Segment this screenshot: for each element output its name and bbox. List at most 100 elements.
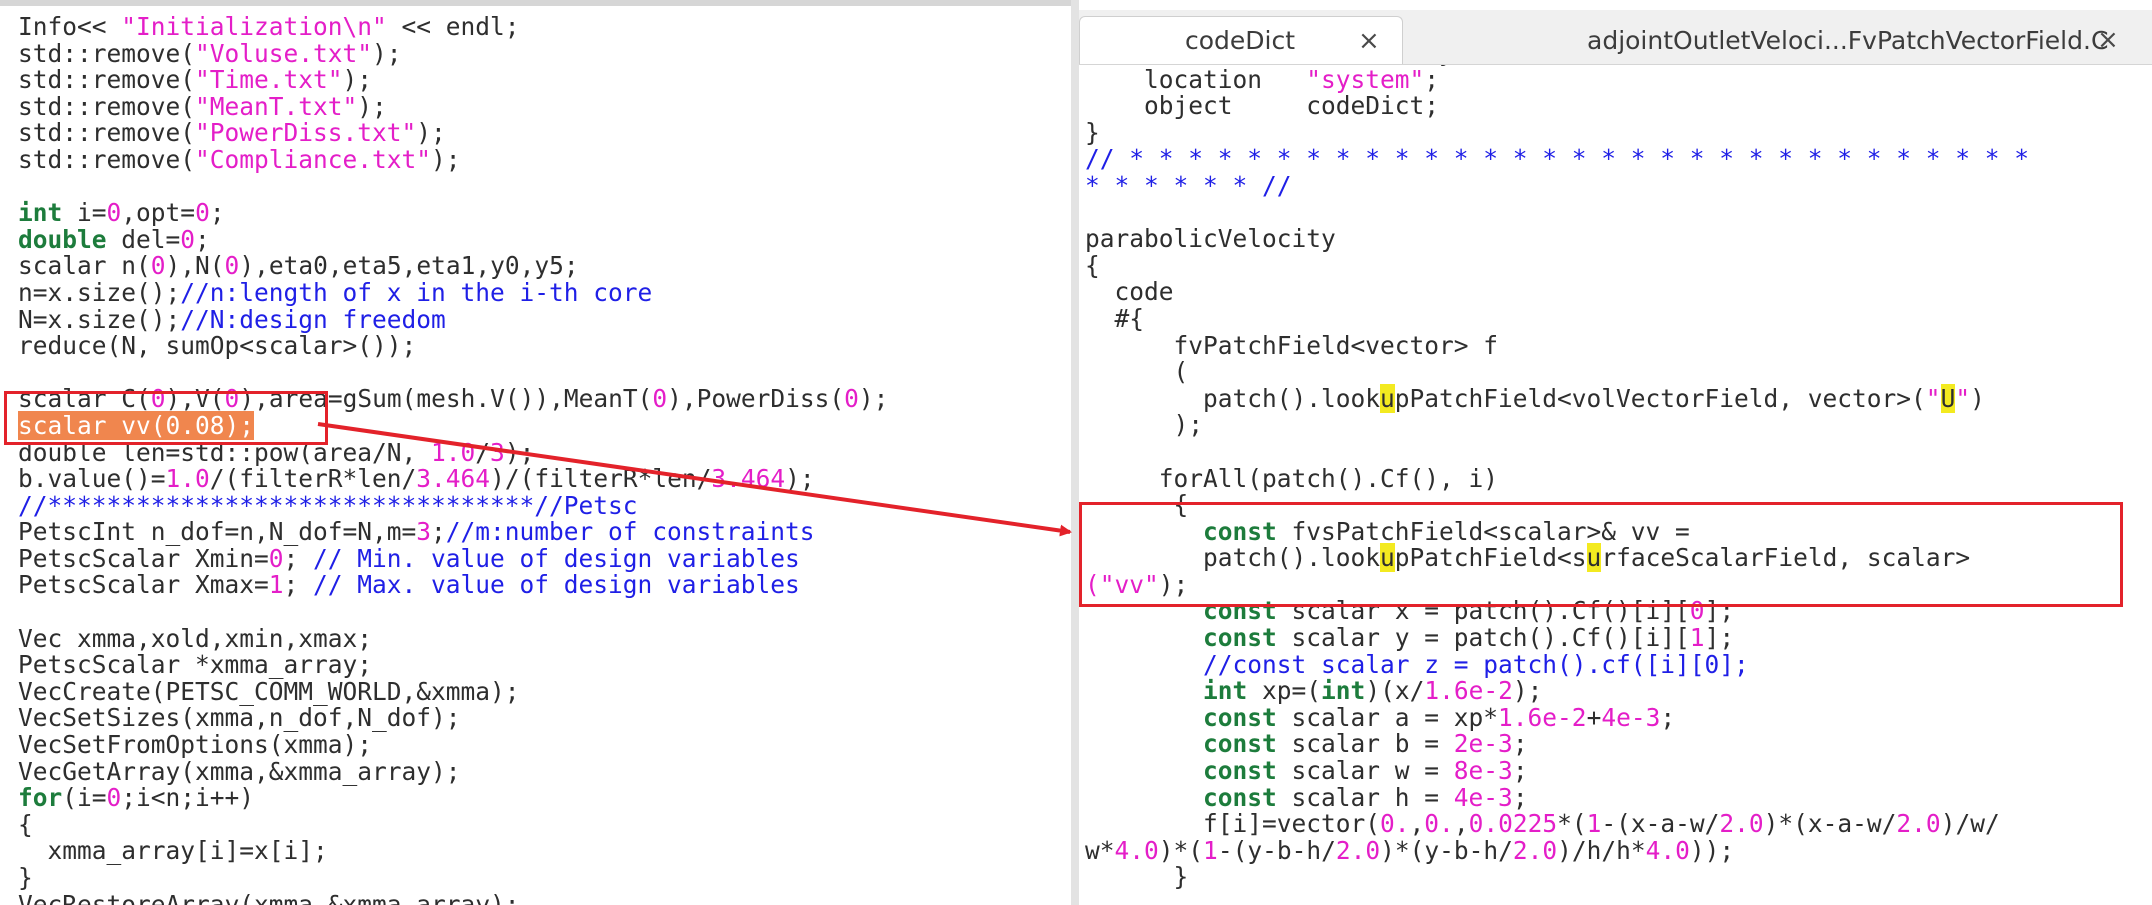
code-line: fvPatchField<vector> f	[1085, 332, 2152, 360]
code-token: location	[1085, 64, 1307, 94]
code-token: -(x-a-w/	[1601, 809, 1720, 839]
code-token: );	[416, 118, 446, 148]
code-line: patch().lookupPatchField<volVectorField,…	[1085, 383, 2152, 413]
code-token: /	[475, 437, 491, 467]
code-token: "	[1955, 383, 1971, 413]
code-token: int	[1321, 676, 1366, 706]
tab-codedict[interactable]: codeDict ×	[1079, 16, 1403, 64]
code-token: pPatchField<volVectorField, vector>(	[1394, 383, 1926, 413]
code-token: PetscScalar Xmin=	[18, 543, 269, 573]
code-token: ;	[1512, 756, 1528, 786]
code-token: int	[18, 198, 63, 228]
code-line: object codeDict;	[1085, 91, 2152, 121]
code-token: scalar b =	[1276, 729, 1454, 759]
code-token: 4e-3	[1453, 782, 1513, 812]
code-line: VecCreate(PETSC_COMM_WORLD,&xmma);	[18, 676, 1071, 706]
code-token: scalar y = patch().Cf()[i][	[1276, 623, 1690, 653]
code-line: code	[1085, 279, 2152, 306]
code-token: object codeDict;	[1085, 91, 1440, 121]
code-token: 0	[268, 543, 284, 573]
code-token: std::remove(	[18, 91, 196, 121]
code-token: ),eta0,eta5,eta1,y0,y5;	[239, 251, 579, 281]
code-line: }	[1085, 119, 2152, 147]
code-token: u	[1380, 383, 1395, 413]
tab-adjoint-outlet-velocity[interactable]: adjointOutletVeloci...FvPatchVectorField…	[1405, 16, 2145, 64]
left-editor-pane[interactable]: Info<< "Initialization\n" << endl; std::r…	[0, 0, 1071, 905]
code-token: );	[504, 437, 535, 467]
code-token: //m:number of constraints	[445, 517, 815, 547]
code-token: 1	[1203, 835, 1218, 865]
code-token: *(	[1557, 809, 1587, 839]
pane-divider[interactable]	[1071, 0, 1079, 905]
code-token: "Voluse.txt"	[195, 38, 373, 68]
code-line: f[i]=vector(0.,0.,0.0225*(1-(x-a-w/2.0)*…	[1085, 809, 2152, 839]
code-token: forAll(patch().Cf(), i)	[1085, 463, 1499, 493]
code-token: }	[1085, 862, 1189, 892]
close-icon[interactable]: ×	[1358, 26, 1380, 56]
code-token: 3	[490, 437, 505, 467]
code-token: #{	[1085, 303, 1145, 333]
code-token: "MeanT.txt"	[195, 91, 358, 121]
right-editor-pane[interactable]: class dictionary; location "system"; obj…	[1079, 0, 2152, 905]
code-token: 1.0	[165, 464, 210, 494]
code-token: ;	[1424, 64, 1440, 94]
code-line: PetscInt n_dof=n,N_dof=N,m=3;//m:number …	[18, 517, 1071, 547]
close-icon[interactable]: ×	[2097, 25, 2119, 55]
code-token: 4.0	[1645, 835, 1690, 865]
code-token: 0	[224, 251, 240, 281]
code-token: );	[858, 384, 889, 414]
code-token: scalar h =	[1276, 782, 1454, 812]
code-token: 2.0	[1335, 835, 1381, 865]
code-token: N=x.size();	[18, 304, 181, 334]
code-token: 0	[106, 783, 122, 813]
code-token: ;	[1512, 729, 1528, 759]
code-token: VecCreate(PETSC_COMM_WORLD,&xmma);	[18, 676, 520, 706]
code-token: //*********************************//Pet…	[18, 490, 638, 520]
code-token: //n:length of x in the i-th core	[180, 277, 653, 307]
code-token: );	[372, 38, 402, 68]
code-token: n=x.size();	[18, 277, 181, 307]
code-line: std::remove("PowerDiss.txt");	[18, 120, 1071, 147]
code-token: )/h/h*	[1557, 835, 1646, 865]
code-line: b.value()=1.0/(filterR*len/3.464)/(filte…	[18, 464, 1071, 494]
code-line: n=x.size();//n:length of x in the i-th c…	[18, 277, 1071, 307]
code-token: )*(	[1158, 835, 1204, 865]
code-token: const	[1203, 756, 1277, 786]
code-token: ;	[1512, 782, 1528, 812]
code-token: 2.0	[1719, 809, 1764, 839]
tab-label: adjointOutletVeloci...FvPatchVectorField…	[1587, 25, 2109, 55]
code-token: const	[1203, 702, 1277, 732]
code-token: /(filterR*len/	[209, 464, 417, 494]
code-line: std::remove("Time.txt");	[18, 65, 1071, 95]
code-token: PetscInt n_dof=n,N_dof=N,m=	[18, 517, 417, 547]
left-code-view[interactable]: Info<< "Initialization\n" << endl; std::r…	[18, 12, 1071, 905]
tab-bar: codeDict × adjointOutletVeloci...FvPatch…	[1079, 10, 2152, 65]
code-token: );	[431, 144, 461, 174]
code-token: b.value()=	[18, 464, 166, 494]
code-line: double del=0;	[18, 226, 1071, 254]
code-token: "Initialization\n"	[121, 12, 387, 41]
tab-label: codeDict	[1185, 26, 1296, 55]
code-token: 1.6e-2	[1498, 702, 1587, 732]
code-token: std::remove(	[18, 65, 196, 95]
code-token: 0	[150, 251, 166, 281]
code-token: ));	[1689, 835, 1735, 865]
code-token: 0	[844, 384, 859, 414]
code-token: 3	[416, 517, 432, 547]
code-token: "Compliance.txt"	[195, 144, 432, 174]
code-token: << endl;	[386, 12, 520, 41]
code-token: )(x/	[1365, 676, 1425, 706]
code-token: "system"	[1306, 64, 1425, 94]
code-token: (i=	[62, 783, 107, 813]
right-code-view[interactable]: class dictionary; location "system"; obj…	[1085, 39, 2152, 892]
code-token: )*(x-a-w/	[1763, 809, 1897, 839]
code-token: 4e-3	[1601, 702, 1661, 732]
code-line: N=x.size();//N:design freedom	[18, 304, 1071, 334]
code-token: VecRestoreArray(xmma,&xmma_array);	[18, 889, 520, 905]
code-token: 8e-3	[1453, 756, 1513, 786]
